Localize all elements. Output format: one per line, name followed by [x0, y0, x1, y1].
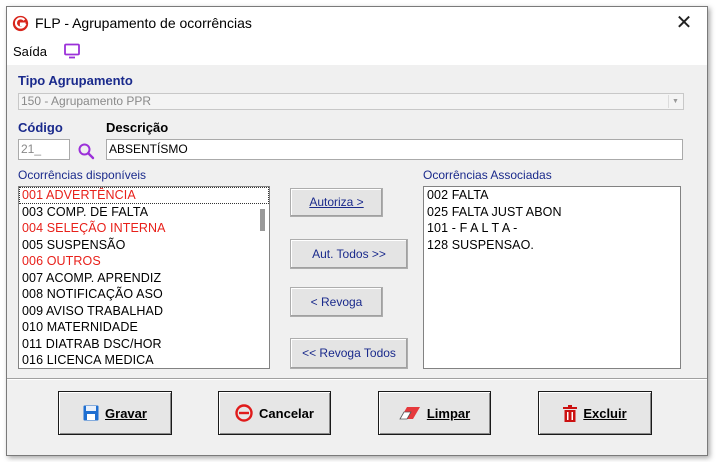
monitor-icon[interactable]	[63, 43, 81, 59]
associated-listbox[interactable]: 002 FALTA 025 FALTA JUST ABON 101 - F A L …	[423, 186, 681, 369]
search-icon[interactable]	[77, 142, 95, 160]
dialog-window: FLP - Agrupamento de ocorrências ✕ Saída…	[6, 6, 708, 456]
window-title: FLP - Agrupamento de ocorrências	[35, 15, 252, 31]
available-list-item[interactable]: 003 COMP. DE FALTA	[19, 204, 269, 221]
gravar-button[interactable]: Gravar	[58, 391, 172, 435]
divider-highlight	[7, 379, 707, 380]
revoga-todos-label: << Revoga Todos	[302, 346, 396, 360]
excluir-button[interactable]: Excluir	[538, 391, 652, 435]
excluir-label: Excluir	[583, 405, 627, 421]
available-list-item[interactable]: 001 ADVERTÊNCIA	[19, 187, 269, 204]
limpar-label: Limpar	[426, 405, 471, 421]
aut-todos-button[interactable]: Aut. Todos >>	[290, 239, 408, 269]
tipo-agrupamento-select[interactable]: 150 - Agrupamento PPR ▼	[18, 93, 684, 110]
aut-todos-label: Aut. Todos >>	[312, 247, 386, 261]
available-listbox[interactable]: 001 ADVERTÊNCIA 003 COMP. DE FALTA 004 SEL…	[18, 186, 270, 369]
available-list-item[interactable]: 010 MATERNIDADE	[19, 319, 269, 336]
title-bar: FLP - Agrupamento de ocorrências ✕	[7, 7, 707, 39]
autoriza-label: Autoriza >	[309, 195, 364, 209]
floppy-disk-icon	[83, 405, 99, 421]
codigo-field[interactable]: 21_	[18, 139, 70, 160]
cancelar-label: Cancelar	[259, 405, 314, 421]
chevron-down-icon[interactable]: ▼	[668, 95, 682, 108]
cancel-icon	[235, 404, 253, 422]
associated-list-item[interactable]: 002 FALTA	[424, 187, 680, 204]
available-list-label: Ocorrências disponíveis	[18, 168, 147, 182]
app-logo-icon	[12, 15, 29, 32]
associated-list-item[interactable]: 025 FALTA JUST ABON	[424, 204, 680, 221]
available-list-item[interactable]: 009 AVISO TRABALHAD	[19, 303, 269, 320]
menu-saida[interactable]: Saída	[13, 44, 47, 59]
close-icon[interactable]: ✕	[669, 10, 699, 36]
associated-list-item[interactable]: 101 - F A L T A -	[424, 220, 680, 237]
descricao-label: Descrição	[106, 120, 169, 135]
scrollbar-thumb[interactable]	[260, 209, 265, 231]
available-list-item[interactable]: 008 NOTIFICAÇÃO ASO	[19, 286, 269, 303]
available-list-item[interactable]: 007 ACOMP. APRENDIZ	[19, 270, 269, 287]
associated-list-item[interactable]: 128 SUSPENSAO.	[424, 237, 680, 254]
available-list-item[interactable]: 016 LICENCA MEDICA	[19, 352, 269, 368]
menu-bar: Saída	[7, 39, 707, 65]
revoga-todos-button[interactable]: << Revoga Todos	[290, 338, 408, 369]
autoriza-button[interactable]: Autoriza >	[290, 188, 383, 217]
associated-list-label: Ocorrências Associadas	[423, 168, 552, 182]
revoga-label: < Revoga	[310, 295, 363, 309]
available-list-item[interactable]: 005 SUSPENSÃO	[19, 237, 269, 254]
tipo-agrupamento-label: Tipo Agrupamento	[18, 73, 133, 88]
codigo-label: Código	[18, 120, 63, 135]
revoga-button[interactable]: < Revoga	[290, 287, 383, 317]
limpar-button[interactable]: Limpar	[378, 391, 491, 435]
trash-icon	[563, 404, 578, 422]
descricao-field[interactable]: ABSENTÍSMO	[106, 139, 683, 160]
gravar-label: Gravar	[105, 405, 147, 421]
available-list-item[interactable]: 004 SELEÇÃO INTERNA	[19, 220, 269, 237]
available-list-item[interactable]: 011 DIATRAB DSC/HOR	[19, 336, 269, 353]
eraser-icon	[399, 407, 420, 420]
cancelar-button[interactable]: Cancelar	[218, 391, 331, 435]
available-list-item[interactable]: 006 OUTROS	[19, 253, 269, 270]
tipo-agrupamento-value: 150 - Agrupamento PPR	[21, 94, 152, 108]
